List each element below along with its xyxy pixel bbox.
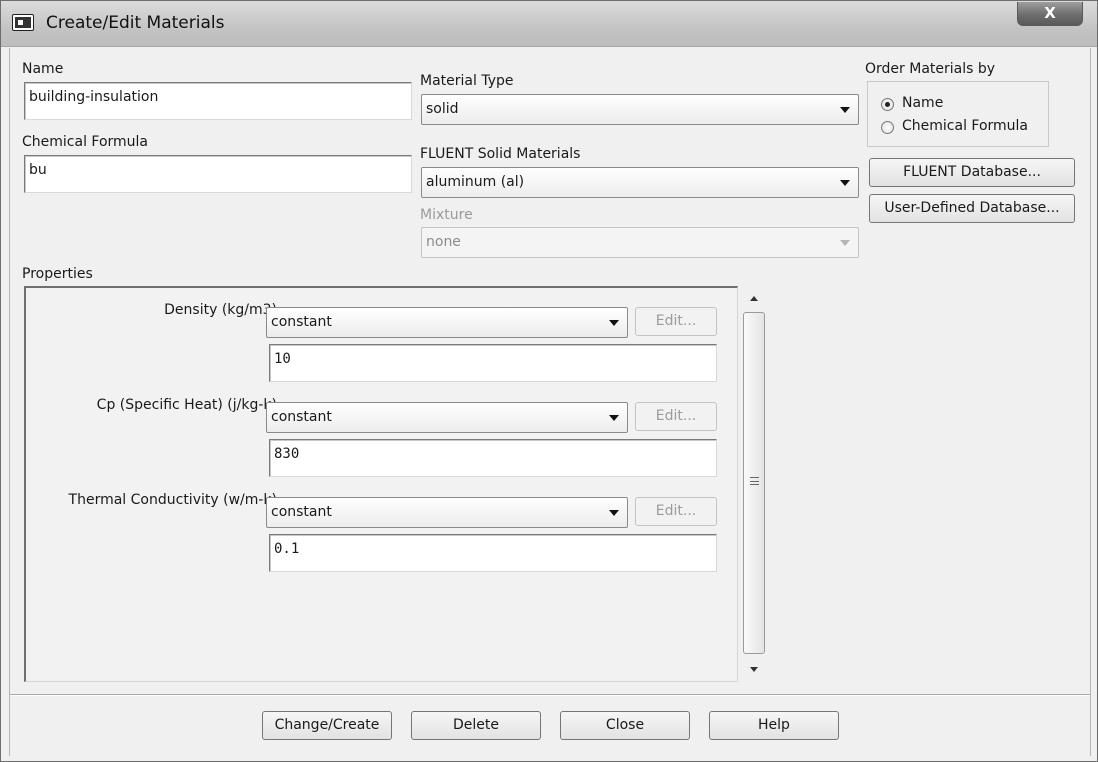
title-bar: Create/Edit Materials X <box>1 1 1097 47</box>
density-value-field[interactable]: 10 <box>269 344 717 382</box>
user-defined-database-button[interactable]: User-Defined Database... <box>869 194 1075 223</box>
mixture-select[interactable]: none <box>421 227 859 258</box>
window-title: Create/Edit Materials <box>46 13 225 33</box>
thermal-conductivity-method-select[interactable]: constant <box>266 497 628 528</box>
chevron-down-icon <box>840 239 850 246</box>
thermal-conductivity-method-value: constant <box>271 504 332 520</box>
cp-value-field[interactable]: 830 <box>269 439 717 477</box>
help-button[interactable]: Help <box>709 711 839 740</box>
fluent-solid-materials-select[interactable]: aluminum (al) <box>421 167 859 198</box>
chevron-down-icon <box>609 414 619 421</box>
chevron-down-icon <box>609 319 619 326</box>
chevron-down-icon <box>840 179 850 186</box>
change-create-button[interactable]: Change/Create <box>262 711 392 740</box>
app-window-icon <box>12 14 34 31</box>
chevron-down-icon <box>840 106 850 113</box>
fluent-solid-materials-value: aluminum (al) <box>426 174 525 190</box>
material-type-label: Material Type <box>420 73 514 89</box>
order-materials-by-group: Name Chemical Formula <box>867 81 1049 147</box>
material-type-value: solid <box>426 101 459 117</box>
cp-method-select[interactable]: constant <box>266 402 628 433</box>
mixture-label: Mixture <box>420 207 473 223</box>
mixture-value: none <box>426 234 461 250</box>
scroll-up-arrow-icon[interactable] <box>750 296 758 301</box>
density-method-select[interactable]: constant <box>266 307 628 338</box>
material-type-select[interactable]: solid <box>421 94 859 125</box>
density-label: Density (kg/m3) <box>164 302 277 318</box>
chemical-formula-field[interactable]: bu <box>24 155 412 193</box>
properties-panel: Density (kg/m3) constant Edit... 10 Cp (… <box>24 286 738 682</box>
density-method-value: constant <box>271 314 332 330</box>
properties-scrollbar[interactable] <box>741 286 767 682</box>
thermal-conductivity-edit-button[interactable]: Edit... <box>635 497 717 526</box>
chemical-formula-label: Chemical Formula <box>22 134 149 150</box>
fluent-solid-materials-label: FLUENT Solid Materials <box>420 146 581 162</box>
chevron-down-icon <box>609 509 619 516</box>
dialog-content: Name building-insulation Chemical Formul… <box>9 48 1091 756</box>
density-edit-button[interactable]: Edit... <box>635 307 717 336</box>
cp-label: Cp (Specific Heat) (j/kg-k) <box>96 397 277 413</box>
cp-method-value: constant <box>271 409 332 425</box>
cp-edit-button[interactable]: Edit... <box>635 402 717 431</box>
scrollbar-thumb[interactable] <box>743 312 765 654</box>
delete-button[interactable]: Delete <box>411 711 541 740</box>
properties-label: Properties <box>22 266 93 282</box>
create-edit-materials-window: Create/Edit Materials X Name building-in… <box>0 0 1098 762</box>
window-close-button[interactable]: X <box>1017 2 1083 26</box>
order-by-formula-radio[interactable] <box>881 121 894 134</box>
fluent-database-button[interactable]: FLUENT Database... <box>869 158 1075 187</box>
close-button[interactable]: Close <box>560 711 690 740</box>
name-label: Name <box>22 61 64 77</box>
scroll-down-arrow-icon[interactable] <box>750 667 758 672</box>
name-field[interactable]: building-insulation <box>24 82 412 120</box>
order-by-formula-label: Chemical Formula <box>902 118 1029 134</box>
footer-divider <box>10 694 1090 696</box>
thermal-conductivity-label: Thermal Conductivity (w/m-k) <box>68 492 277 508</box>
grip-icon <box>750 477 759 485</box>
order-by-name-label: Name <box>902 95 944 111</box>
order-materials-by-label: Order Materials by <box>865 61 996 77</box>
order-by-name-radio[interactable] <box>881 98 894 111</box>
thermal-conductivity-value-field[interactable]: 0.1 <box>269 534 717 572</box>
